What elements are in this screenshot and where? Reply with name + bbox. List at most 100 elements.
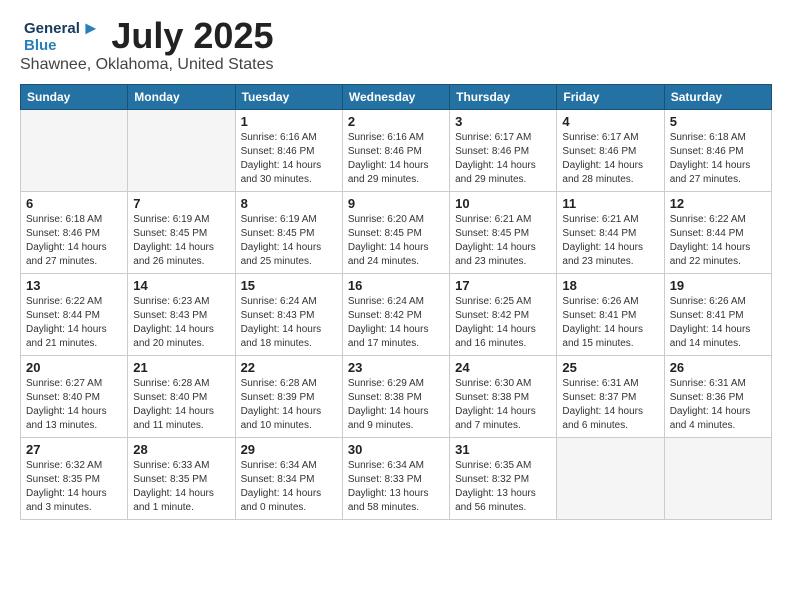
day-number: 27 (26, 442, 122, 457)
table-row: 24 Sunrise: 6:30 AM Sunset: 8:38 PM Dayli… (450, 355, 557, 437)
day-info: Sunrise: 6:17 AM Sunset: 8:46 PM Dayligh… (455, 131, 551, 187)
table-row: 19 Sunrise: 6:26 AM Sunset: 8:41 PM Dayli… (664, 273, 771, 355)
day-number: 8 (241, 196, 337, 211)
table-row: 10Sunrise: 6:21 AM Sunset: 8:45 PM Dayli… (450, 191, 557, 273)
table-row: 22 Sunrise: 6:28 AM Sunset: 8:39 PM Dayli… (235, 355, 342, 437)
table-row: 20 Sunrise: 6:27 AM Sunset: 8:40 PM Dayli… (21, 355, 128, 437)
header-tuesday: Tuesday (235, 84, 342, 109)
logo-bird-icon: ► (82, 18, 100, 39)
day-number: 2 (348, 114, 444, 129)
header-friday: Friday (557, 84, 664, 109)
day-number: 24 (455, 360, 551, 375)
table-row: 17 Sunrise: 6:25 AM Sunset: 8:42 PM Dayli… (450, 273, 557, 355)
day-info: Sunrise: 6:19 AM Sunset: 8:45 PM Dayligh… (241, 213, 337, 269)
day-number: 20 (26, 360, 122, 375)
day-number: 14 (133, 278, 229, 293)
logo-blue: Blue (24, 37, 57, 54)
day-number: 21 (133, 360, 229, 375)
table-row: 4 Sunrise: 6:17 AM Sunset: 8:46 PM Daylig… (557, 109, 664, 191)
table-row: 27 Sunrise: 6:32 AM Sunset: 8:35 PM Dayli… (21, 437, 128, 519)
day-number: 7 (133, 196, 229, 211)
day-info: Sunrise: 6:24 AM Sunset: 8:42 PM Dayligh… (348, 295, 444, 351)
table-row: 21Sunrise: 6:28 AM Sunset: 8:40 PM Dayli… (128, 355, 235, 437)
table-row: 26 Sunrise: 6:31 AM Sunset: 8:36 PM Dayli… (664, 355, 771, 437)
table-row: 31Sunrise: 6:35 AM Sunset: 8:32 PM Dayli… (450, 437, 557, 519)
calendar-week-row: 6 Sunrise: 6:18 AM Sunset: 8:46 PM Daylig… (21, 191, 772, 273)
calendar-week-row: 20 Sunrise: 6:27 AM Sunset: 8:40 PM Dayli… (21, 355, 772, 437)
table-row: 3 Sunrise: 6:17 AM Sunset: 8:46 PM Daylig… (450, 109, 557, 191)
table-row (21, 109, 128, 191)
header-monday: Monday (128, 84, 235, 109)
day-info: Sunrise: 6:35 AM Sunset: 8:32 PM Dayligh… (455, 459, 551, 515)
day-info: Sunrise: 6:18 AM Sunset: 8:46 PM Dayligh… (26, 213, 122, 269)
table-row (664, 437, 771, 519)
day-number: 15 (241, 278, 337, 293)
day-info: Sunrise: 6:32 AM Sunset: 8:35 PM Dayligh… (26, 459, 122, 515)
day-number: 23 (348, 360, 444, 375)
day-info: Sunrise: 6:21 AM Sunset: 8:44 PM Dayligh… (562, 213, 658, 269)
table-row: 16 Sunrise: 6:24 AM Sunset: 8:42 PM Dayli… (342, 273, 449, 355)
calendar-header-row: Sunday Monday Tuesday Wednesday Thursday… (21, 84, 772, 109)
day-info: Sunrise: 6:24 AM Sunset: 8:43 PM Dayligh… (241, 295, 337, 351)
day-info: Sunrise: 6:30 AM Sunset: 8:38 PM Dayligh… (455, 377, 551, 433)
day-info: Sunrise: 6:29 AM Sunset: 8:38 PM Dayligh… (348, 377, 444, 433)
table-row: 28Sunrise: 6:33 AM Sunset: 8:35 PM Dayli… (128, 437, 235, 519)
day-number: 26 (670, 360, 766, 375)
table-row: 14 Sunrise: 6:23 AM Sunset: 8:43 PM Dayli… (128, 273, 235, 355)
table-row: 6 Sunrise: 6:18 AM Sunset: 8:46 PM Daylig… (21, 191, 128, 273)
day-number: 30 (348, 442, 444, 457)
day-number: 25 (562, 360, 658, 375)
table-row: 7 Sunrise: 6:19 AM Sunset: 8:45 PM Daylig… (128, 191, 235, 273)
day-info: Sunrise: 6:17 AM Sunset: 8:46 PM Dayligh… (562, 131, 658, 187)
day-info: Sunrise: 6:25 AM Sunset: 8:42 PM Dayligh… (455, 295, 551, 351)
day-number: 22 (241, 360, 337, 375)
header-sunday: Sunday (21, 84, 128, 109)
day-number: 28 (133, 442, 229, 457)
table-row (557, 437, 664, 519)
calendar-week-row: 1Sunrise: 6:16 AM Sunset: 8:46 PM Daylig… (21, 109, 772, 191)
day-info: Sunrise: 6:28 AM Sunset: 8:39 PM Dayligh… (241, 377, 337, 433)
day-number: 17 (455, 278, 551, 293)
day-number: 10 (455, 196, 551, 211)
table-row: 2 Sunrise: 6:16 AM Sunset: 8:46 PM Daylig… (342, 109, 449, 191)
day-info: Sunrise: 6:34 AM Sunset: 8:33 PM Dayligh… (348, 459, 444, 515)
day-number: 3 (455, 114, 551, 129)
day-number: 29 (241, 442, 337, 457)
logo-general: General (24, 20, 80, 37)
table-row: 29 Sunrise: 6:34 AM Sunset: 8:34 PM Dayli… (235, 437, 342, 519)
day-info: Sunrise: 6:22 AM Sunset: 8:44 PM Dayligh… (670, 213, 766, 269)
day-info: Sunrise: 6:19 AM Sunset: 8:45 PM Dayligh… (133, 213, 229, 269)
day-info: Sunrise: 6:26 AM Sunset: 8:41 PM Dayligh… (562, 295, 658, 351)
day-number: 11 (562, 196, 658, 211)
table-row (128, 109, 235, 191)
day-info: Sunrise: 6:20 AM Sunset: 8:45 PM Dayligh… (348, 213, 444, 269)
table-row: 5Sunrise: 6:18 AM Sunset: 8:46 PM Daylig… (664, 109, 771, 191)
day-number: 19 (670, 278, 766, 293)
header-wednesday: Wednesday (342, 84, 449, 109)
day-info: Sunrise: 6:16 AM Sunset: 8:46 PM Dayligh… (241, 131, 337, 187)
table-row: 13Sunrise: 6:22 AM Sunset: 8:44 PM Dayli… (21, 273, 128, 355)
day-info: Sunrise: 6:31 AM Sunset: 8:37 PM Dayligh… (562, 377, 658, 433)
day-number: 16 (348, 278, 444, 293)
day-info: Sunrise: 6:26 AM Sunset: 8:41 PM Dayligh… (670, 295, 766, 351)
calendar-subtitle: Shawnee, Oklahoma, United States (20, 56, 273, 74)
day-info: Sunrise: 6:16 AM Sunset: 8:46 PM Dayligh… (348, 131, 444, 187)
day-info: Sunrise: 6:31 AM Sunset: 8:36 PM Dayligh… (670, 377, 766, 433)
calendar-week-row: 13Sunrise: 6:22 AM Sunset: 8:44 PM Dayli… (21, 273, 772, 355)
header-thursday: Thursday (450, 84, 557, 109)
table-row: 12Sunrise: 6:22 AM Sunset: 8:44 PM Dayli… (664, 191, 771, 273)
day-info: Sunrise: 6:27 AM Sunset: 8:40 PM Dayligh… (26, 377, 122, 433)
logo: General ► Blue (24, 18, 100, 54)
day-number: 6 (26, 196, 122, 211)
table-row: 30 Sunrise: 6:34 AM Sunset: 8:33 PM Dayli… (342, 437, 449, 519)
table-row: 8 Sunrise: 6:19 AM Sunset: 8:45 PM Daylig… (235, 191, 342, 273)
table-row: 15 Sunrise: 6:24 AM Sunset: 8:43 PM Dayli… (235, 273, 342, 355)
day-number: 4 (562, 114, 658, 129)
day-info: Sunrise: 6:34 AM Sunset: 8:34 PM Dayligh… (241, 459, 337, 515)
table-row: 18 Sunrise: 6:26 AM Sunset: 8:41 PM Dayli… (557, 273, 664, 355)
calendar-table: Sunday Monday Tuesday Wednesday Thursday… (20, 84, 772, 520)
day-number: 5 (670, 114, 766, 129)
day-info: Sunrise: 6:23 AM Sunset: 8:43 PM Dayligh… (133, 295, 229, 351)
day-number: 18 (562, 278, 658, 293)
calendar-week-row: 27 Sunrise: 6:32 AM Sunset: 8:35 PM Dayli… (21, 437, 772, 519)
